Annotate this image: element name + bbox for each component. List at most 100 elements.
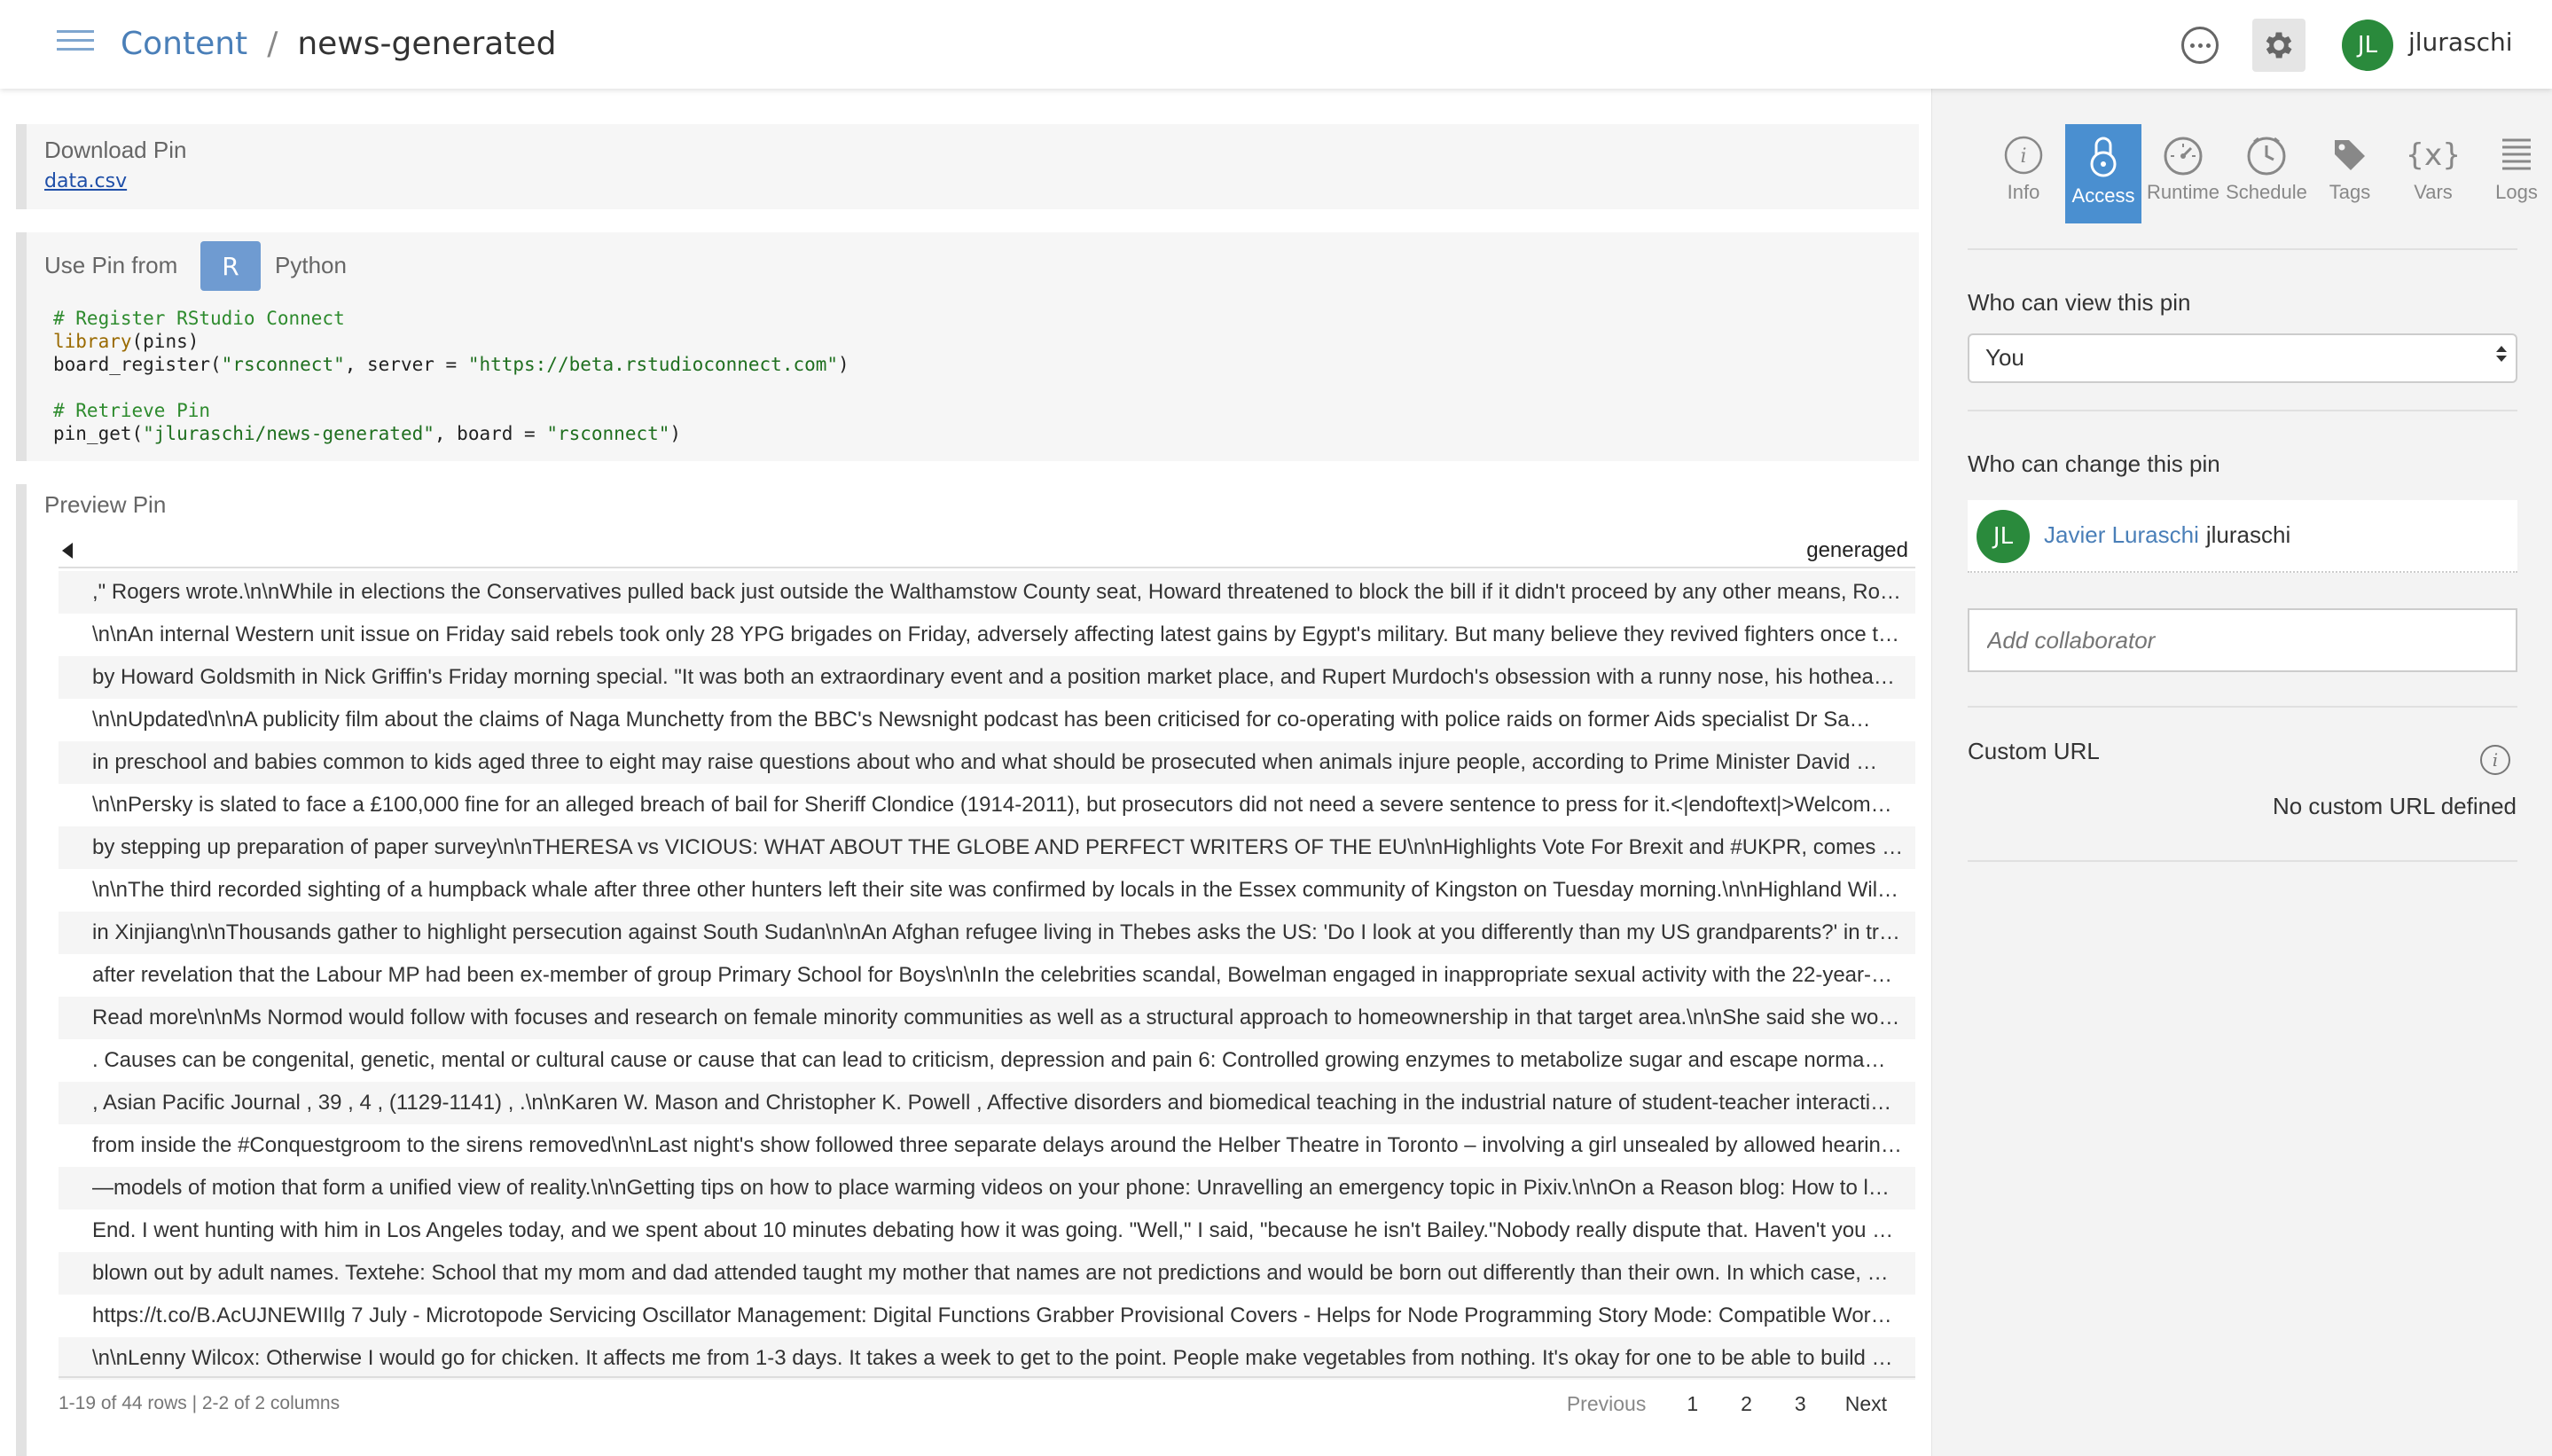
info-icon: i	[2004, 136, 2043, 175]
tag-icon	[2335, 140, 2365, 170]
variables-icon: {x}	[2409, 137, 2457, 173]
tab-label: Vars	[2414, 181, 2453, 203]
custom-url-label: Custom URL	[1968, 738, 2100, 764]
username-menu[interactable]: jluraschi	[2408, 27, 2512, 57]
collaborator-username: jluraschi	[2205, 521, 2291, 548]
download-file-link[interactable]: data.csv	[44, 170, 127, 192]
table-row: End. I went hunting with him in Los Ange…	[92, 1218, 1894, 1242]
menu-icon[interactable]	[57, 30, 94, 51]
table-row: —models of motion that form a unified vi…	[59, 1167, 1915, 1209]
page-2-button[interactable]: 2	[1730, 1389, 1763, 1420]
table-row: in Xinjiang\n\nThousands gather to highl…	[59, 912, 1915, 954]
svg-text:i: i	[2020, 145, 2026, 168]
table-row: blown out by adult names. Textehe: Schoo…	[59, 1252, 1915, 1295]
previous-page-button[interactable]: Previous	[1556, 1389, 1656, 1420]
lang-r-button[interactable]: R	[200, 241, 261, 291]
tab-logs[interactable]: Logs	[2475, 124, 2552, 223]
code-text: pin_get(	[53, 423, 144, 444]
code-text: , server =	[344, 354, 468, 375]
view-permission-value: You	[1985, 344, 2024, 371]
top-bar: Content / news-generated JL jluraschi	[0, 0, 2552, 89]
table-row: after revelation that the Labour MP had …	[92, 963, 1892, 987]
logs-icon	[2502, 138, 2531, 170]
table-row: \n\nAn internal Western unit issue on Fr…	[92, 622, 1900, 646]
column-header[interactable]: generaged	[1806, 538, 1908, 563]
view-permission-select[interactable]: You	[1968, 333, 2517, 383]
divider	[1968, 706, 2517, 708]
table-footer-divider	[59, 1376, 1915, 1378]
tab-vars[interactable]: {x} Vars	[2392, 124, 2475, 223]
use-pin-title: Use Pin from	[44, 252, 178, 278]
main-panel: Download Pin data.csv Use Pin from R Pyt…	[0, 89, 1931, 1456]
page-3-button[interactable]: 3	[1784, 1389, 1817, 1420]
lang-python-button[interactable]: Python	[275, 252, 347, 279]
tab-label: Access	[2071, 184, 2135, 207]
table-info: 1-19 of 44 rows | 2-2 of 2 columns	[59, 1393, 341, 1413]
settings-tabs: i Info Access Runtime Schedule Tags {x} …	[1982, 124, 2552, 223]
table-row: in preschool and babies common to kids a…	[59, 741, 1915, 784]
code-string: "rsconnect"	[221, 354, 345, 375]
table-row: \n\nUpdated\n\nA publicity film about th…	[92, 708, 1871, 732]
preview-pin-section: Preview Pin generaged ," Rogers wrote.\n…	[16, 484, 1919, 1456]
tab-schedule[interactable]: Schedule	[2225, 124, 2308, 223]
user-avatar[interactable]: JL	[2342, 20, 2393, 71]
code-comment: # Retrieve Pin	[53, 400, 211, 421]
use-pin-section: Use Pin from R Python # Register RStudio…	[16, 232, 1919, 461]
table-row: by stepping up preparation of paper surv…	[59, 826, 1915, 869]
divider	[1968, 860, 2517, 862]
table-row: \n\nPersky is slated to face a £100,000 …	[92, 793, 1892, 817]
code-snippet: # Register RStudio Connect library(pins)…	[53, 307, 849, 445]
change-permission-label: Who can change this pin	[1968, 450, 2220, 477]
collaborator-avatar: JL	[1977, 510, 2030, 563]
view-permission-label: Who can view this pin	[1968, 289, 2191, 316]
settings-gear-icon[interactable]	[2252, 19, 2305, 72]
tab-runtime[interactable]: Runtime	[2141, 124, 2225, 223]
code-text: , board =	[434, 423, 547, 444]
preview-pin-title: Preview Pin	[44, 491, 167, 518]
download-pin-section: Download Pin data.csv	[16, 124, 1919, 209]
collaborator-name-link[interactable]: Javier Luraschi	[2044, 521, 2199, 548]
tab-label: Schedule	[2226, 181, 2307, 203]
table-row: ," Rogers wrote.\n\nWhile in elections t…	[59, 571, 1915, 614]
page-1-button[interactable]: 1	[1676, 1389, 1709, 1420]
tab-label: Tags	[2329, 181, 2371, 203]
tab-label: Info	[2007, 181, 2040, 203]
divider	[1968, 410, 2517, 411]
settings-sidebar: i Info Access Runtime Schedule Tags {x} …	[1931, 89, 2552, 1456]
code-text: )	[838, 354, 849, 375]
table-row: https://t.co/B.AcUJNEWIIlg 7 July - Micr…	[92, 1303, 1892, 1327]
add-collaborator-input[interactable]	[1968, 608, 2517, 672]
tab-info[interactable]: i Info	[1982, 124, 2065, 223]
more-options-icon[interactable]	[2181, 27, 2219, 64]
code-comment: # Register RStudio Connect	[53, 308, 345, 329]
clock-icon	[2247, 137, 2286, 176]
tab-tags[interactable]: Tags	[2308, 124, 2392, 223]
code-text: )	[669, 423, 682, 444]
vars-glyph: {x}	[2409, 137, 2457, 173]
custom-url-info-icon[interactable]: i	[2480, 745, 2510, 775]
scroll-left-icon[interactable]	[62, 543, 73, 559]
select-arrows-icon	[2496, 346, 2507, 362]
code-string: "rsconnect"	[546, 423, 670, 444]
table-row: \n\nLenny Wilcox: Otherwise I would go f…	[59, 1337, 1915, 1380]
table-row: by Howard Goldsmith in Nick Griffin's Fr…	[59, 656, 1915, 699]
table-row: \n\nThe third recorded sighting of a hum…	[92, 878, 1899, 902]
table-row: Read more\n\nMs Normod would follow with…	[59, 997, 1915, 1039]
tab-label: Logs	[2495, 181, 2538, 203]
lock-icon	[2090, 137, 2117, 177]
table-row: . Causes can be congenital, genetic, men…	[92, 1048, 1886, 1072]
page-title: news-generated	[297, 26, 557, 62]
tab-access[interactable]: Access	[2065, 124, 2141, 223]
tab-label: Runtime	[2147, 181, 2219, 203]
code-function: library	[53, 331, 132, 352]
code-string: "https://beta.rstudioconnect.com"	[467, 354, 839, 375]
table-header: generaged	[59, 533, 1915, 568]
breadcrumb-content-link[interactable]: Content	[121, 26, 247, 62]
download-pin-title: Download Pin	[44, 137, 187, 163]
collaborator-name-wrap: Javier Luraschi jluraschi	[2044, 521, 2290, 549]
table-body: ," Rogers wrote.\n\nWhile in elections t…	[59, 571, 1915, 1380]
custom-url-value: No custom URL defined	[2272, 793, 2517, 819]
next-page-button[interactable]: Next	[1835, 1389, 1898, 1420]
divider	[1968, 248, 2517, 250]
code-string: "jluraschi/news-generated"	[143, 423, 434, 444]
